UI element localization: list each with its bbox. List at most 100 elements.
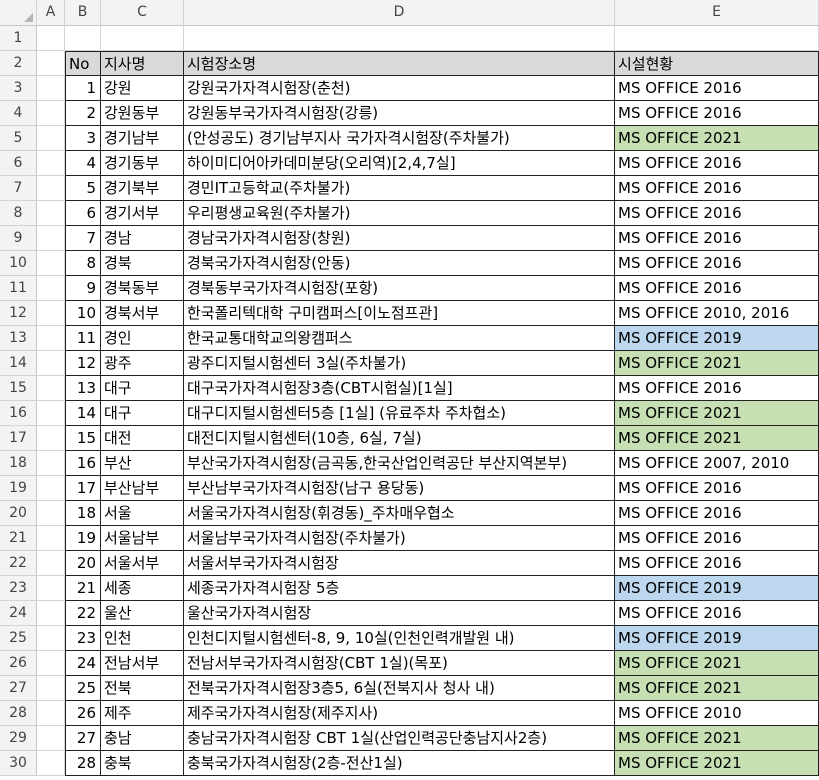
cell-facility[interactable]: 시설현황: [615, 51, 819, 76]
cell-a18[interactable]: [37, 451, 65, 476]
cell-facility[interactable]: MS OFFICE 2021: [615, 401, 819, 426]
cell-site[interactable]: 세종국가자격시험장 5층: [184, 576, 615, 601]
cell-branch[interactable]: 서울: [101, 501, 184, 526]
row-header-4[interactable]: 4: [0, 101, 37, 126]
cell-branch[interactable]: 대전: [101, 426, 184, 451]
cell-a3[interactable]: [37, 76, 65, 101]
row-header-8[interactable]: 8: [0, 201, 37, 226]
row-header-2[interactable]: 2: [0, 51, 37, 76]
cell-a24[interactable]: [37, 601, 65, 626]
cell-branch[interactable]: 강원: [101, 76, 184, 101]
row-header-6[interactable]: 6: [0, 151, 37, 176]
cell-branch[interactable]: 경남: [101, 226, 184, 251]
cell-site[interactable]: 전북국가자격시험장3층5, 6실(전북지사 청사 내): [184, 676, 615, 701]
cell-a27[interactable]: [37, 676, 65, 701]
cell-a22[interactable]: [37, 551, 65, 576]
cell-no[interactable]: 26: [65, 701, 101, 726]
cell-a13[interactable]: [37, 326, 65, 351]
cell-a8[interactable]: [37, 201, 65, 226]
cell-site[interactable]: 제주국가자격시험장(제주지사): [184, 701, 615, 726]
cell-site[interactable]: 하이미디어아카데미분당(오리역)[2,4,7실]: [184, 151, 615, 176]
cell-no[interactable]: 12: [65, 351, 101, 376]
cell-site[interactable]: (안성공도) 경기남부지사 국가자격시험장(주차불가): [184, 126, 615, 151]
cell-facility[interactable]: MS OFFICE 2016: [615, 151, 819, 176]
cell-facility[interactable]: MS OFFICE 2010, 2016: [615, 301, 819, 326]
cell-no[interactable]: 16: [65, 451, 101, 476]
cell-site[interactable]: 서울국가자격시험장(휘경동)_주차매우협소: [184, 501, 615, 526]
cell-no[interactable]: 5: [65, 176, 101, 201]
cell-facility[interactable]: MS OFFICE 2021: [615, 726, 819, 751]
cell-branch[interactable]: 지사명: [101, 51, 184, 76]
cell-branch[interactable]: 경기북부: [101, 176, 184, 201]
select-all-corner[interactable]: [0, 0, 37, 26]
cell-site[interactable]: 경남국가자격시험장(창원): [184, 226, 615, 251]
row-header-7[interactable]: 7: [0, 176, 37, 201]
column-header-e[interactable]: E: [615, 0, 819, 26]
row-header-17[interactable]: 17: [0, 426, 37, 451]
row-header-29[interactable]: 29: [0, 726, 37, 751]
row-header-5[interactable]: 5: [0, 126, 37, 151]
cell-no[interactable]: 3: [65, 126, 101, 151]
cell-no[interactable]: 24: [65, 651, 101, 676]
row-header-26[interactable]: 26: [0, 651, 37, 676]
cell-branch[interactable]: 대구: [101, 401, 184, 426]
cell-no[interactable]: 14: [65, 401, 101, 426]
cell-no[interactable]: 23: [65, 626, 101, 651]
row-header-3[interactable]: 3: [0, 76, 37, 101]
cell-branch[interactable]: 인천: [101, 626, 184, 651]
cell-a19[interactable]: [37, 476, 65, 501]
cell-no[interactable]: 19: [65, 526, 101, 551]
cell-facility[interactable]: MS OFFICE 2016: [615, 376, 819, 401]
cell-no[interactable]: 2: [65, 101, 101, 126]
cell-a20[interactable]: [37, 501, 65, 526]
row-header-19[interactable]: 19: [0, 476, 37, 501]
cell-a14[interactable]: [37, 351, 65, 376]
cell-site[interactable]: 부산국가자격시험장(금곡동,한국산업인력공단 부산지역본부): [184, 451, 615, 476]
cell-branch[interactable]: 서울남부: [101, 526, 184, 551]
cell-a9[interactable]: [37, 226, 65, 251]
cell-no[interactable]: 17: [65, 476, 101, 501]
row-header-12[interactable]: 12: [0, 301, 37, 326]
cell-site[interactable]: 광주디지털시험센터 3실(주차불가): [184, 351, 615, 376]
cell-site[interactable]: [184, 26, 615, 51]
column-header-c[interactable]: C: [101, 0, 184, 26]
cell-branch[interactable]: 경인: [101, 326, 184, 351]
cell-site[interactable]: 인천디지털시험센터-8, 9, 10실(인천인력개발원 내): [184, 626, 615, 651]
cell-a7[interactable]: [37, 176, 65, 201]
column-header-b[interactable]: B: [65, 0, 101, 26]
cell-a26[interactable]: [37, 651, 65, 676]
cell-branch[interactable]: 울산: [101, 601, 184, 626]
cell-site[interactable]: 서울서부국가자격시험장: [184, 551, 615, 576]
cell-site[interactable]: 경북동부국가자격시험장(포항): [184, 276, 615, 301]
cell-facility[interactable]: MS OFFICE 2016: [615, 276, 819, 301]
cell-no[interactable]: 7: [65, 226, 101, 251]
cell-facility[interactable]: MS OFFICE 2016: [615, 551, 819, 576]
cell-facility[interactable]: MS OFFICE 2016: [615, 201, 819, 226]
row-header-15[interactable]: 15: [0, 376, 37, 401]
cell-facility[interactable]: MS OFFICE 2016: [615, 251, 819, 276]
cell-site[interactable]: 부산남부국가자격시험장(남구 용당동): [184, 476, 615, 501]
cell-branch[interactable]: 제주: [101, 701, 184, 726]
cell-branch[interactable]: 경북동부: [101, 276, 184, 301]
cell-branch[interactable]: 대구: [101, 376, 184, 401]
cell-branch[interactable]: 충북: [101, 751, 184, 776]
cell-a2[interactable]: [37, 51, 65, 76]
column-header-d[interactable]: D: [184, 0, 615, 26]
cell-site[interactable]: 대구디지털시험센터5층 [1실] (유료주차 주차협소): [184, 401, 615, 426]
cell-branch[interactable]: 광주: [101, 351, 184, 376]
cell-no[interactable]: 4: [65, 151, 101, 176]
row-header-22[interactable]: 22: [0, 551, 37, 576]
row-header-10[interactable]: 10: [0, 251, 37, 276]
cell-a12[interactable]: [37, 301, 65, 326]
cell-branch[interactable]: 경기서부: [101, 201, 184, 226]
cell-a29[interactable]: [37, 726, 65, 751]
cell-site[interactable]: 경민IT고등학교(주차불가): [184, 176, 615, 201]
spreadsheet-grid[interactable]: A B C D E 1 2 No 지사명 시험장소명 시설현황 3 1 강원 강원국가자격시험장(춘천) MS…: [0, 0, 819, 780]
cell-no[interactable]: 10: [65, 301, 101, 326]
cell-site[interactable]: 한국교통대학교의왕캠퍼스: [184, 326, 615, 351]
cell-a23[interactable]: [37, 576, 65, 601]
cell-a30[interactable]: [37, 751, 65, 776]
cell-site[interactable]: 서울남부국가자격시험장(주차불가): [184, 526, 615, 551]
cell-facility[interactable]: MS OFFICE 2021: [615, 676, 819, 701]
cell-facility[interactable]: MS OFFICE 2016: [615, 226, 819, 251]
